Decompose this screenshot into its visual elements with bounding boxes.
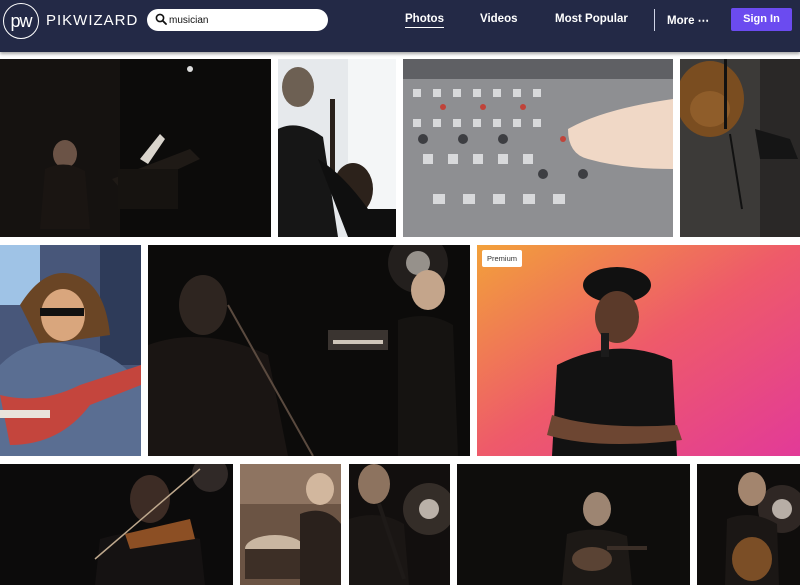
photo-ukulele-image — [278, 59, 396, 237]
nav-most-popular[interactable]: Most Popular — [555, 13, 628, 25]
logo[interactable]: pw — [3, 3, 39, 39]
photo-guitarist-woman[interactable] — [457, 464, 690, 585]
photo-drummer-image — [240, 464, 341, 585]
photo-drummer[interactable] — [240, 464, 341, 585]
photo-band-on-stage[interactable] — [148, 245, 470, 456]
top-navigation-bar: pw PIKWIZARD Photos Videos Most Popular … — [0, 0, 800, 52]
photo-cellist-woman[interactable] — [697, 464, 800, 585]
photo-guitarist-man[interactable] — [0, 245, 141, 456]
photo-singer-image — [477, 245, 800, 456]
premium-badge: Premium — [482, 250, 523, 267]
photo-guitarist-image — [0, 245, 141, 456]
photo-pianist-on-stage[interactable] — [0, 59, 271, 237]
photo-clarinetist[interactable] — [349, 464, 450, 585]
photo-band-image — [148, 245, 470, 456]
nav-divider — [654, 9, 655, 31]
logo-wordmark[interactable]: PIKWIZARD — [46, 12, 138, 29]
photo-cello-image — [680, 59, 800, 237]
photo-singer-neon[interactable] — [477, 245, 800, 456]
photo-cellist-image — [697, 464, 800, 585]
photo-mixing-console[interactable] — [403, 59, 673, 237]
photo-violinist-image — [0, 464, 233, 585]
photo-pianist-image — [0, 59, 271, 237]
nav-photos[interactable]: Photos — [405, 13, 444, 28]
sign-in-button[interactable]: Sign In — [731, 8, 792, 31]
photo-violinist[interactable] — [0, 464, 233, 585]
logo-mark: pw — [10, 11, 32, 31]
photo-mixing-console-image — [403, 59, 673, 237]
photo-cello[interactable] — [680, 59, 800, 237]
search-icon — [155, 13, 167, 25]
search-box[interactable] — [147, 9, 328, 31]
nav-videos[interactable]: Videos — [480, 13, 518, 25]
photo-clarinetist-image — [349, 464, 450, 585]
search-input[interactable] — [169, 12, 319, 28]
photo-guitarist-woman-image — [457, 464, 690, 585]
nav-more[interactable]: More ⋯ — [667, 13, 709, 27]
photo-woman-ukulele[interactable] — [278, 59, 396, 237]
